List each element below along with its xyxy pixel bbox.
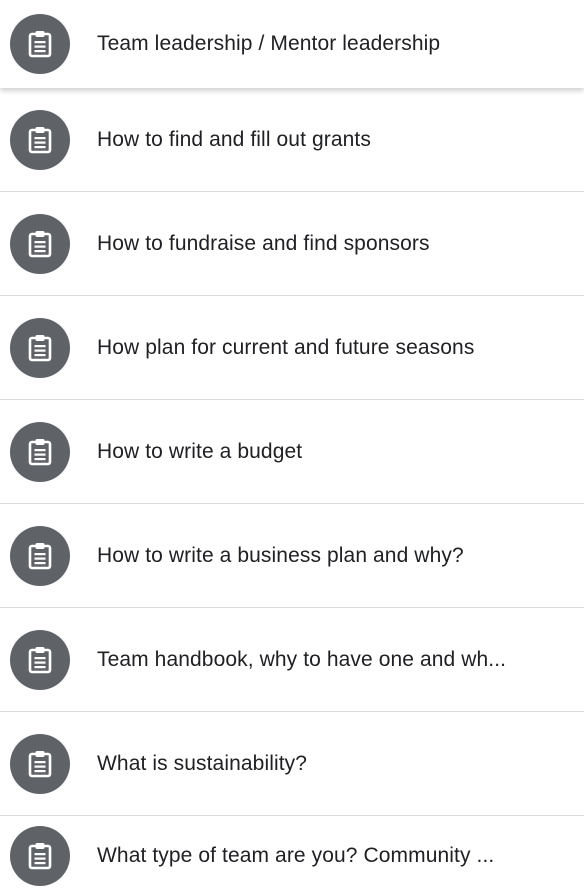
assignment-icon xyxy=(10,733,70,794)
list-item[interactable]: How to write a budget xyxy=(0,400,584,504)
list-item-label: How to find and fill out grants xyxy=(97,127,371,151)
assignment-icon xyxy=(10,826,70,886)
topic-list: Team leadership / Mentor leadership How … xyxy=(0,0,584,891)
assignment-icon xyxy=(10,317,70,378)
assignment-icon xyxy=(10,109,70,170)
list-item-label: How plan for current and future seasons xyxy=(97,335,475,359)
assignment-icon xyxy=(10,213,70,274)
assignment-icon xyxy=(10,421,70,482)
list-item[interactable]: How plan for current and future seasons xyxy=(0,296,584,400)
list-item-label: How to write a business plan and why? xyxy=(97,543,464,567)
list-item[interactable]: Team leadership / Mentor leadership xyxy=(0,0,584,88)
list-item[interactable]: How to fundraise and find sponsors xyxy=(0,192,584,296)
assignment-icon xyxy=(10,629,70,690)
list-item-label: What is sustainability? xyxy=(97,751,308,775)
list-item[interactable]: How to write a business plan and why? xyxy=(0,504,584,608)
assignment-icon xyxy=(10,525,70,586)
list-item[interactable]: Team handbook, why to have one and wh... xyxy=(0,608,584,712)
list-item-label: Team leadership / Mentor leadership xyxy=(97,32,441,55)
list-item-label: How to write a budget xyxy=(97,439,303,463)
list-item[interactable]: What is sustainability? xyxy=(0,712,584,816)
list-item-label: How to fundraise and find sponsors xyxy=(97,231,430,255)
list-item[interactable]: How to find and fill out grants xyxy=(0,88,584,192)
list-item[interactable]: What type of team are you? Community ... xyxy=(0,816,584,891)
list-item-label: Team handbook, why to have one and wh... xyxy=(97,647,507,671)
assignment-icon xyxy=(10,14,70,74)
list-item-label: What type of team are you? Community ... xyxy=(97,844,495,867)
